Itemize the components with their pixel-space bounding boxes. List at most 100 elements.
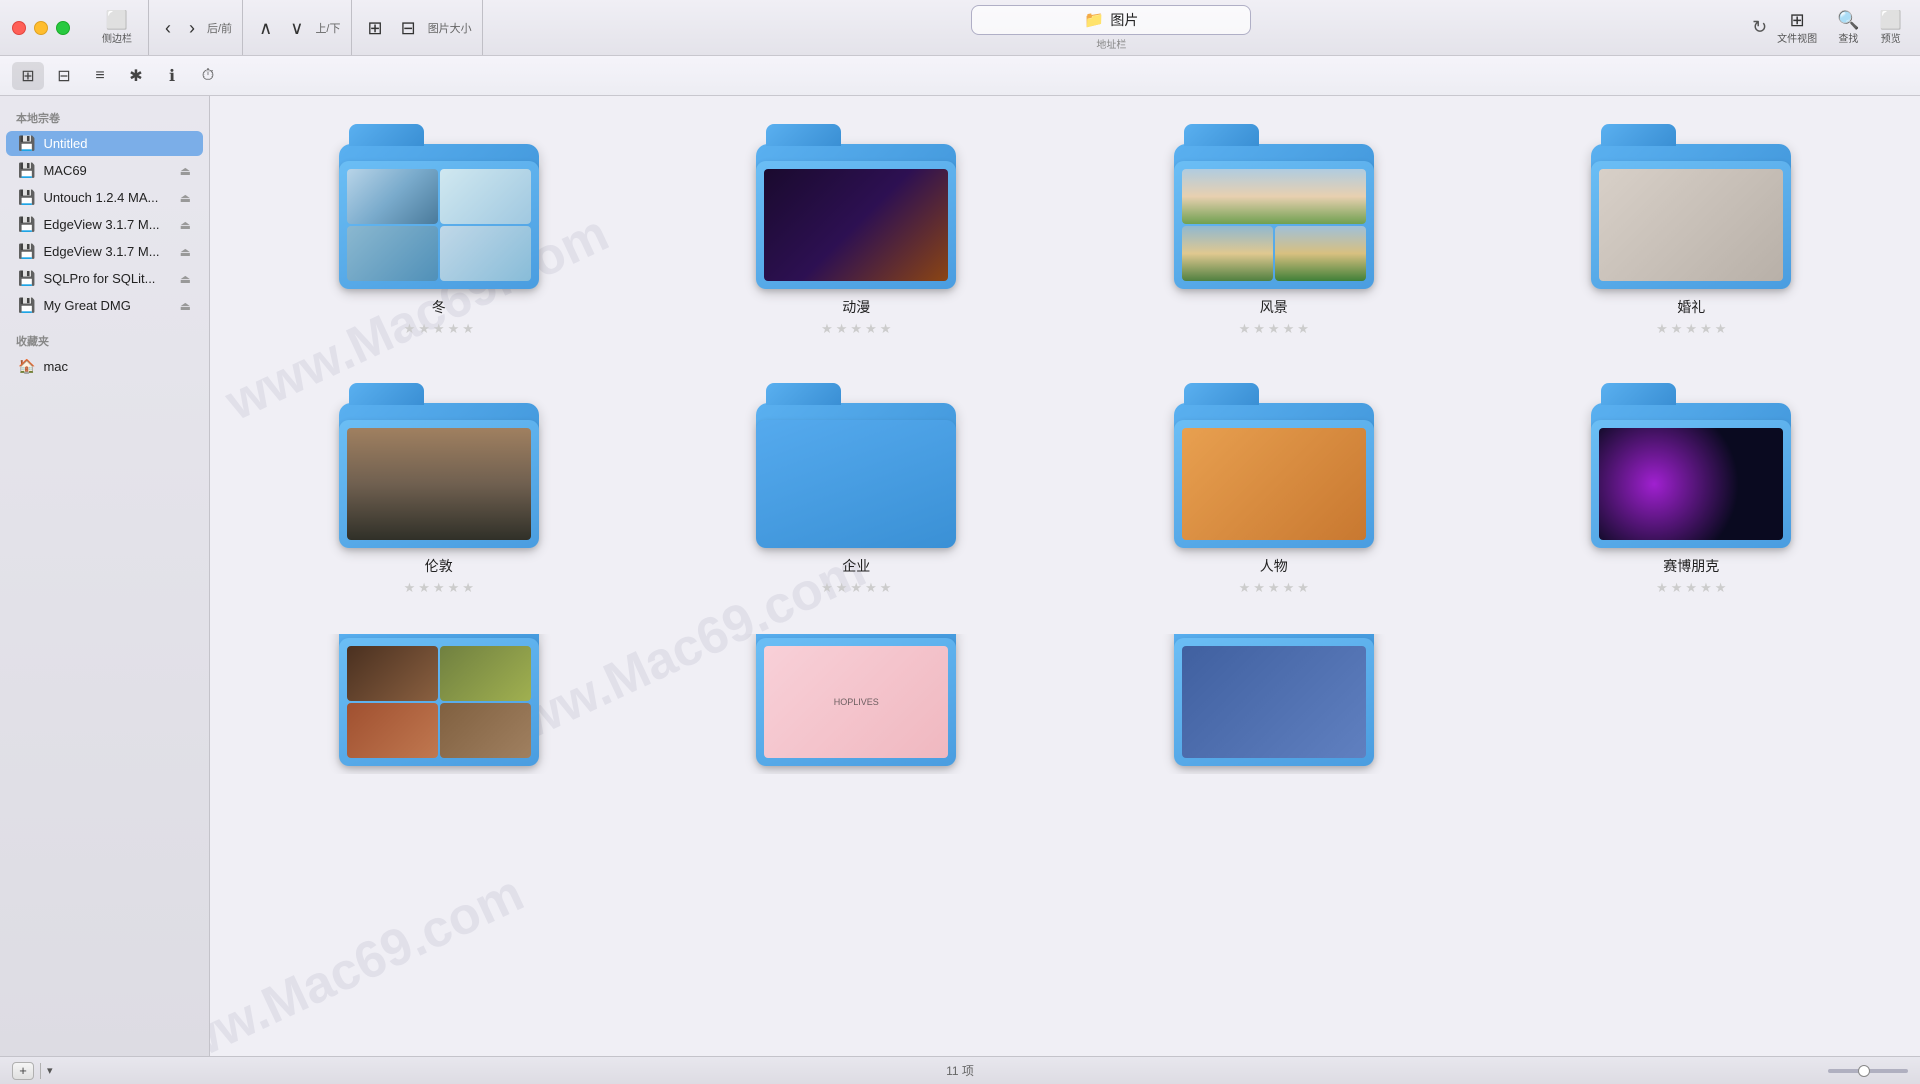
sidebar-item-edgeview1[interactable]: 💾 EdgeView 3.1.7 M... ⏏ (6, 212, 203, 237)
search-icon: 🔍 (1837, 11, 1859, 29)
sidebar-item-untouch[interactable]: 💾 Untouch 1.2.4 MA... ⏏ (6, 185, 203, 210)
folder-enterprise[interactable]: 企业 ★ ★ ★ ★ ★ (658, 375, 1056, 604)
address-bar[interactable]: 📁 图片 (971, 5, 1251, 35)
address-bar-label: 地址栏 (1096, 36, 1126, 51)
sidebar-item-edgeview2[interactable]: 💾 EdgeView 3.1.7 M... ⏏ (6, 239, 203, 264)
folder-tab (349, 124, 424, 146)
sidebar-label: 侧边栏 (102, 30, 132, 45)
sidebar-item-text-mac: mac (43, 359, 191, 374)
secondary-toolbar: ⊞ ⊟ ≡ ✱ ℹ ⏱ (0, 56, 1920, 96)
folder-landscape[interactable]: 风景 ★ ★ ★ ★ ★ (1075, 116, 1473, 345)
sidebar-item-mac69[interactable]: 💾 MAC69 ⏏ (6, 158, 203, 183)
view-grid-icon: ⊞ (21, 66, 34, 86)
eject-button-5[interactable]: ⏏ (180, 272, 191, 286)
grid-icon: ⊞ (1790, 11, 1805, 29)
info-button[interactable]: ℹ (156, 62, 188, 90)
view-column-button[interactable]: ≡ (84, 62, 116, 90)
view-toggle-button[interactable]: ⊞ 文件视图 (1771, 7, 1823, 49)
size-section: ⊞ ⊟ 图片大小 (352, 0, 483, 55)
file-view-label: 文件视图 (1777, 30, 1817, 45)
size-button[interactable]: ⊞ (362, 15, 389, 41)
address-title: 图片 (1110, 10, 1138, 30)
folder-flyer[interactable]: HOPLIVES (658, 634, 1056, 774)
folder-name-landscape: 风景 (1260, 297, 1288, 317)
folder-front (756, 420, 956, 548)
statusbar-left: + ▾ (12, 1062, 53, 1080)
folder-preview (756, 161, 956, 289)
titlebar: ⬜ 侧边栏 ‹ › 后/前 ∧ ∨ 上/下 ⊞ ⊟ 图片大小 📁 图片 (0, 0, 1920, 56)
slider-thumb[interactable] (1858, 1065, 1870, 1077)
up-button[interactable]: ∧ (253, 15, 278, 41)
maximize-button[interactable] (56, 21, 70, 35)
folder-anime[interactable]: 动漫 ★ ★ ★ ★ ★ (658, 116, 1056, 345)
local-section-label: 本地宗卷 (0, 104, 209, 130)
folder-shape-cyberpunk (1591, 383, 1791, 548)
folder-london[interactable]: 伦敦 ★ ★ ★ ★ ★ (240, 375, 638, 604)
sidebar-toggle-button[interactable]: ⬜ 侧边栏 (96, 7, 138, 49)
folder-preview (339, 420, 539, 548)
down-button[interactable]: ∨ (284, 15, 309, 41)
folder-front: HOPLIVES (756, 638, 956, 766)
preview-img (1275, 226, 1366, 281)
folder-front (1174, 420, 1374, 548)
folder-shape-food (339, 642, 539, 766)
folder-name-winter: 冬 (432, 297, 446, 317)
folder-people[interactable]: 人物 ★ ★ ★ ★ ★ (1075, 375, 1473, 604)
folder-preview (1174, 420, 1374, 548)
eject-button[interactable]: ⏏ (180, 164, 191, 178)
forward-button[interactable]: › (183, 15, 201, 41)
preview-button[interactable]: ⬜ 预览 (1874, 7, 1908, 49)
size-button2[interactable]: ⊟ (395, 15, 422, 41)
updown-section: ∧ ∨ 上/下 (243, 0, 351, 55)
eject-button-3[interactable]: ⏏ (180, 218, 191, 232)
preview-img (347, 428, 531, 540)
sidebar-item-mac[interactable]: 🏠 mac (6, 354, 203, 379)
folder-stars-london: ★ ★ ★ ★ ★ (404, 580, 474, 596)
folder-preview (339, 161, 539, 289)
sidebar-item-greatdmg[interactable]: 💾 My Great DMG ⏏ (6, 293, 203, 318)
preview-img (347, 226, 438, 281)
preview-img (440, 169, 531, 224)
dropdown-button[interactable]: ▾ (47, 1064, 53, 1077)
eject-button-2[interactable]: ⏏ (180, 191, 191, 205)
eject-button-6[interactable]: ⏏ (180, 299, 191, 313)
view-grid-button[interactable]: ⊞ (12, 62, 44, 90)
minimize-button[interactable] (34, 21, 48, 35)
close-button[interactable] (12, 21, 26, 35)
separator (40, 1063, 41, 1079)
action-button[interactable]: ✱ (120, 62, 152, 90)
view-column-icon: ≡ (95, 67, 104, 85)
folder-wedding[interactable]: 婚礼 ★ ★ ★ ★ ★ (1493, 116, 1891, 345)
favorites-section-label: 收藏夹 (0, 327, 209, 353)
folder-shape-landscape (1174, 124, 1374, 289)
folder-shape-wedding (1591, 124, 1791, 289)
traffic-lights (12, 21, 70, 35)
folder-food[interactable] (240, 634, 638, 774)
history-button[interactable]: ⏱ (192, 62, 224, 90)
folder-cyberpunk[interactable]: 赛博朋克 ★ ★ ★ ★ ★ (1493, 375, 1891, 604)
back-button[interactable]: ‹ (159, 15, 177, 41)
refresh-button[interactable]: ↻ (1748, 13, 1771, 42)
folder-winter[interactable]: 冬 ★ ★ ★ ★ ★ (240, 116, 638, 345)
status-count: 11 项 (946, 1062, 974, 1079)
folder-name-anime: 动漫 (842, 297, 870, 317)
folder-tab (1601, 124, 1676, 146)
sidebar-item-sqlpro[interactable]: 💾 SQLPro for SQLit... ⏏ (6, 266, 203, 291)
folder-fitness[interactable] (1075, 634, 1473, 774)
action-icon: ✱ (129, 66, 142, 86)
zoom-slider[interactable] (1828, 1069, 1908, 1073)
folder-tab (1184, 383, 1259, 405)
preview-icon: ⬜ (1880, 11, 1902, 29)
folder-shape-enterprise (756, 383, 956, 548)
folder-preview (1174, 161, 1374, 289)
preview-img (1599, 169, 1783, 281)
search-button[interactable]: 🔍 查找 (1831, 7, 1865, 49)
view-list-button[interactable]: ⊟ (48, 62, 80, 90)
down-icon: ∨ (290, 19, 303, 37)
folder-front (1591, 420, 1791, 548)
sidebar-item-text-4: EdgeView 3.1.7 M... (43, 217, 171, 232)
folder-stars-landscape: ★ ★ ★ ★ ★ (1239, 321, 1309, 337)
eject-button-4[interactable]: ⏏ (180, 245, 191, 259)
add-button[interactable]: + (12, 1062, 34, 1080)
sidebar-item-untitled[interactable]: 💾 Untitled (6, 131, 203, 156)
